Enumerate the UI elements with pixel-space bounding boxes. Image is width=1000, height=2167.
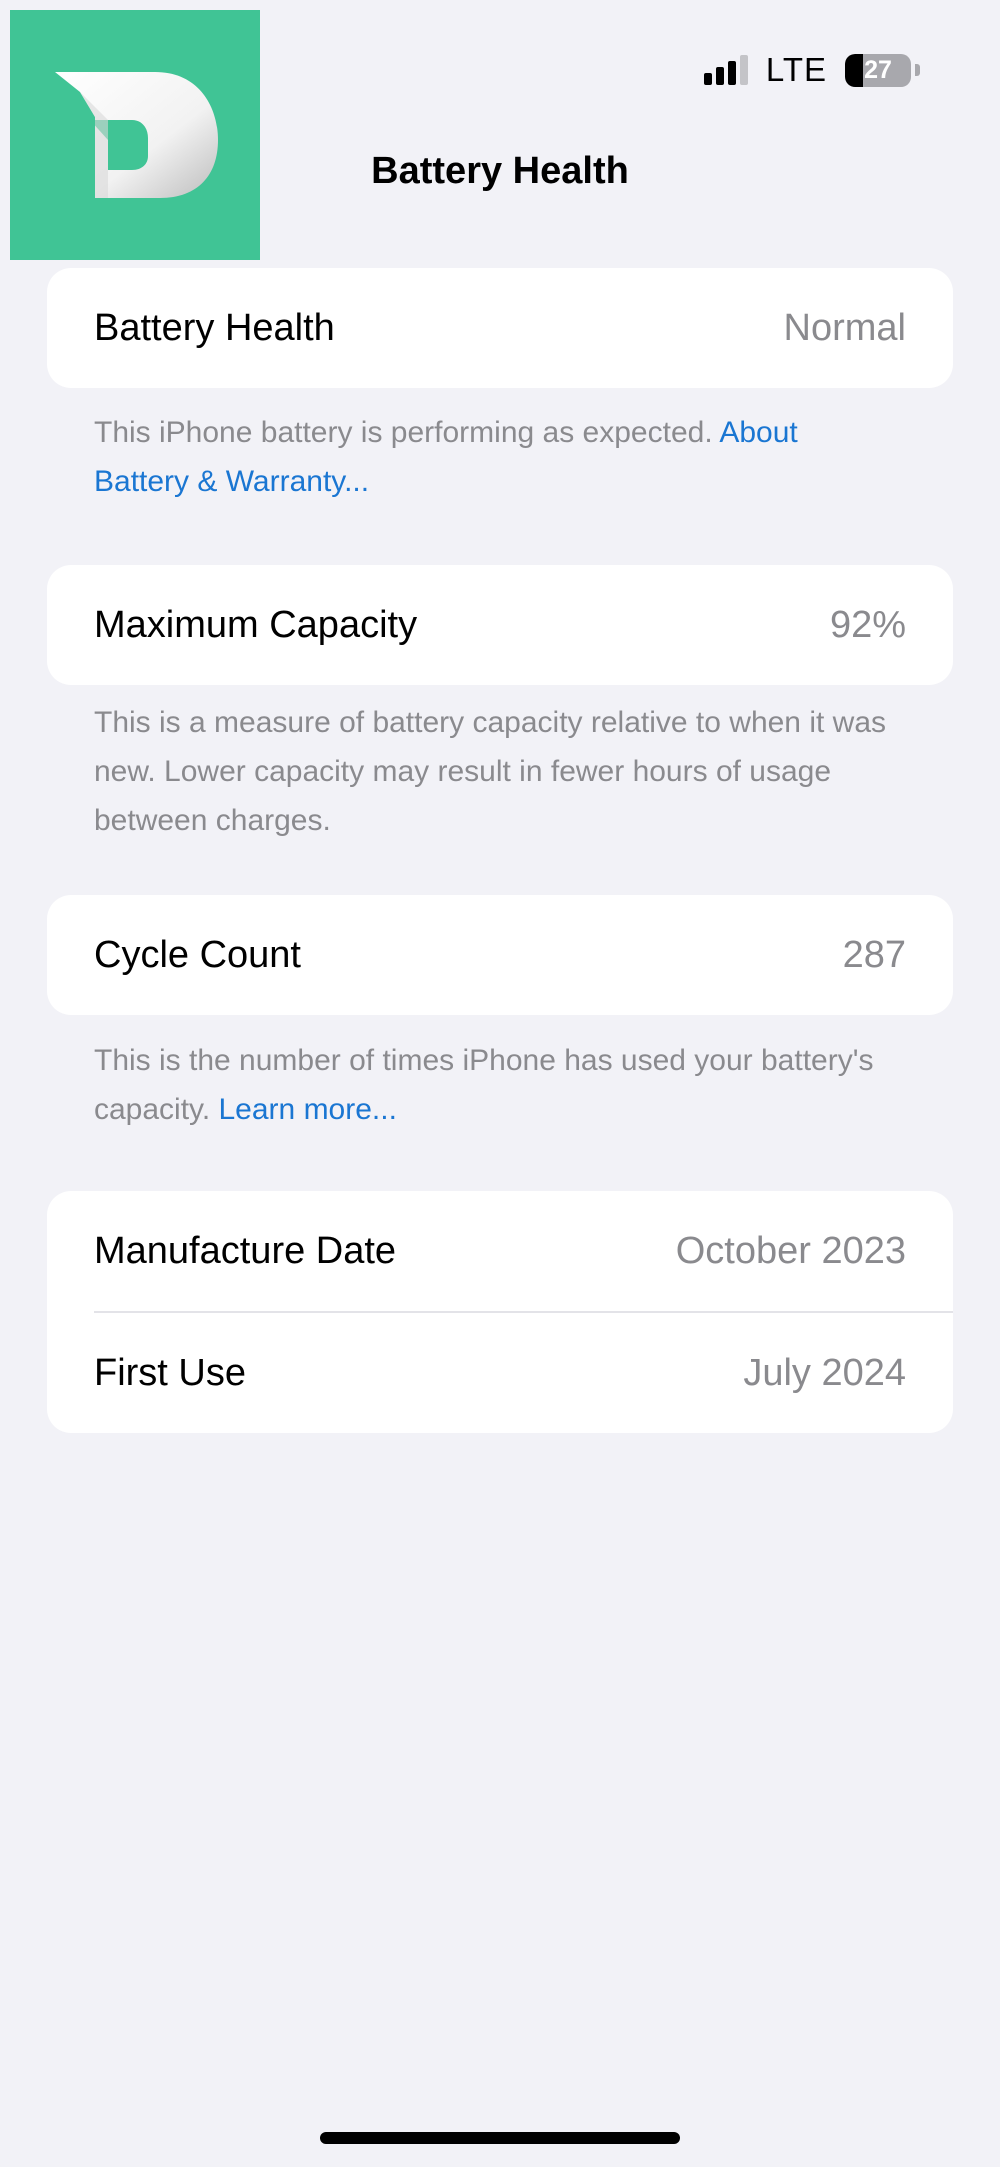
cycle-count-value: 287 bbox=[842, 933, 906, 976]
battery-cap bbox=[915, 64, 920, 76]
battery-icon: 27 bbox=[845, 53, 911, 87]
cellular-signal-icon bbox=[703, 55, 748, 85]
manufacture-date-row: Manufacture Date October 2023 bbox=[47, 1191, 953, 1311]
maximum-capacity-footnote: This is a measure of battery capacity re… bbox=[94, 706, 887, 837]
first-use-value: July 2024 bbox=[743, 1351, 906, 1394]
battery-percent: 27 bbox=[864, 55, 892, 84]
maximum-capacity-row: Maximum Capacity 92% bbox=[47, 565, 953, 685]
home-indicator[interactable] bbox=[320, 2132, 680, 2144]
first-use-row: First Use July 2024 bbox=[47, 1313, 953, 1433]
learn-more-link[interactable]: Learn more... bbox=[219, 1093, 397, 1126]
battery-health-footnote: This iPhone battery is performing as exp… bbox=[94, 408, 894, 506]
status-bar: LTE 27 bbox=[703, 48, 920, 92]
cycle-count-row: Cycle Count 287 bbox=[47, 895, 953, 1015]
maximum-capacity-label: Maximum Capacity bbox=[94, 603, 418, 646]
battery-health-value: Normal bbox=[783, 306, 906, 349]
battery-health-row: Battery Health Normal bbox=[47, 268, 953, 388]
d-logo-icon bbox=[55, 72, 218, 198]
dates-card: Manufacture Date October 2023 First Use … bbox=[47, 1191, 953, 1433]
network-type: LTE bbox=[765, 51, 827, 88]
app-logo bbox=[10, 10, 260, 260]
battery-health-card: Battery Health Normal bbox=[47, 268, 953, 388]
maximum-capacity-value: 92% bbox=[829, 603, 906, 646]
manufacture-date-value: October 2023 bbox=[675, 1229, 906, 1272]
cycle-count-label: Cycle Count bbox=[94, 933, 301, 976]
cycle-count-card: Cycle Count 287 bbox=[47, 895, 953, 1015]
battery-health-label: Battery Health bbox=[94, 306, 335, 349]
page-title: Battery Health bbox=[371, 150, 629, 192]
cycle-count-footnote-text: This is the number of times iPhone has u… bbox=[94, 1044, 874, 1126]
battery-health-footnote-text: This iPhone battery is performing as exp… bbox=[94, 416, 720, 449]
cycle-count-footnote: This is the number of times iPhone has u… bbox=[94, 1036, 894, 1134]
first-use-label: First Use bbox=[94, 1351, 246, 1394]
maximum-capacity-card: Maximum Capacity 92% bbox=[47, 565, 953, 685]
manufacture-date-label: Manufacture Date bbox=[94, 1229, 397, 1272]
